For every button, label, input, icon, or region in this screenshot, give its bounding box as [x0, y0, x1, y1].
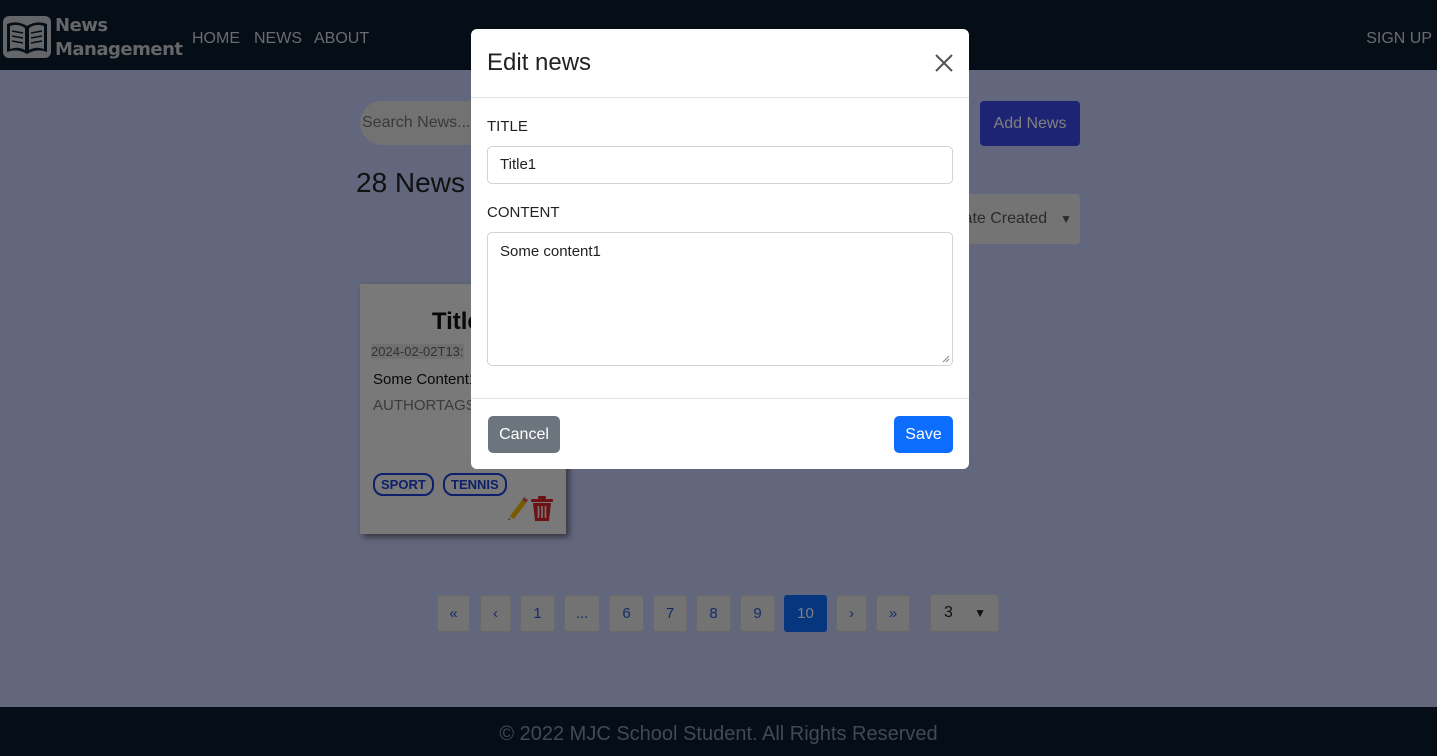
cancel-button[interactable]: Cancel: [488, 416, 560, 453]
edit-news-modal: Edit news TITLE Title1 CONTENT Some cont…: [471, 29, 969, 469]
modal-footer-divider: [471, 398, 969, 399]
modal-title: Edit news: [487, 49, 592, 76]
title-label: TITLE: [487, 118, 528, 135]
save-button[interactable]: Save: [894, 416, 953, 453]
resize-handle-icon[interactable]: [942, 355, 950, 363]
content-textarea[interactable]: Some content1: [487, 232, 953, 366]
content-text: Some content1: [500, 243, 601, 260]
modal-header: Edit news: [471, 29, 969, 98]
title-input[interactable]: Title1: [487, 146, 953, 184]
close-icon[interactable]: [934, 53, 954, 73]
content-label: CONTENT: [487, 204, 560, 221]
